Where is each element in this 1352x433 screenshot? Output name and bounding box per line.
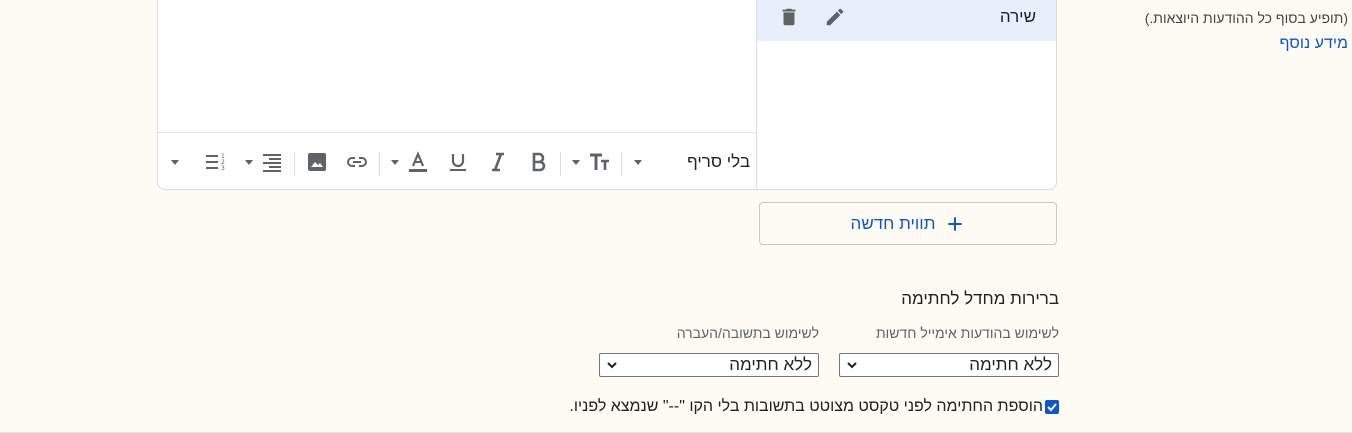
selected-value: ללא חתימה bbox=[729, 355, 812, 374]
new-messages-signature-select[interactable]: ללא חתימה bbox=[839, 353, 1059, 377]
bold-icon bbox=[532, 152, 546, 172]
chevron-down-icon bbox=[607, 362, 617, 369]
numbered-list-button[interactable]: 1 2 3 bbox=[202, 147, 230, 177]
reply-forward-signature-select[interactable]: ללא חתימה bbox=[599, 353, 819, 377]
selected-value: ללא חתימה bbox=[969, 355, 1052, 374]
svg-text:3: 3 bbox=[221, 165, 225, 172]
pencil-icon bbox=[826, 8, 844, 26]
italic-icon bbox=[492, 152, 504, 172]
new-signature-button[interactable]: תווית חדשה bbox=[759, 202, 1057, 245]
plus-icon bbox=[948, 216, 963, 231]
more-formatting-button[interactable] bbox=[168, 147, 182, 177]
checkbox-label: הוספת החתימה לפני טקסט מצוטט בתשובות בלי… bbox=[569, 398, 1043, 415]
text-size-icon bbox=[590, 153, 609, 170]
signature-defaults-title: ברירות מחדל לחתימה bbox=[901, 289, 1059, 308]
new-messages-label: לשימוש בהודעות אימייל חדשות bbox=[875, 325, 1059, 341]
text-size-caret[interactable] bbox=[569, 147, 583, 177]
text-color-button[interactable] bbox=[404, 147, 432, 177]
text-color-caret[interactable] bbox=[388, 147, 402, 177]
formatting-toolbar: 1 2 3 בלי סריף bbox=[158, 132, 757, 189]
font-name: בלי סריף bbox=[687, 152, 750, 171]
signature-text-editor[interactable] bbox=[158, 0, 757, 132]
insert-image-button[interactable] bbox=[303, 147, 331, 177]
bold-button[interactable] bbox=[524, 147, 552, 177]
text-size-button[interactable] bbox=[585, 147, 613, 177]
chevron-down-icon bbox=[847, 362, 857, 369]
caret-down-icon bbox=[171, 159, 179, 165]
align-button[interactable] bbox=[258, 147, 286, 177]
insert-link-button[interactable] bbox=[343, 147, 371, 177]
numbered-list-icon: 1 2 3 bbox=[206, 153, 225, 172]
trash-icon bbox=[782, 8, 796, 26]
insert-before-quoted-checkbox[interactable] bbox=[1045, 400, 1059, 414]
link-icon bbox=[347, 157, 367, 167]
caret-down-icon bbox=[634, 159, 642, 165]
font-caret[interactable] bbox=[631, 147, 645, 177]
align-caret[interactable] bbox=[242, 147, 256, 177]
underline-button[interactable] bbox=[444, 147, 472, 177]
image-icon bbox=[308, 153, 326, 171]
font-selector[interactable]: בלי סריף bbox=[658, 147, 750, 177]
signature-editor-panel: 1 2 3 בלי סריף שירה bbox=[157, 0, 1057, 190]
learn-more-link[interactable]: מידע נוסף bbox=[1280, 35, 1348, 53]
reply-forward-label: לשימוש בתשובה/העברה bbox=[676, 325, 819, 341]
italic-button[interactable] bbox=[484, 147, 512, 177]
toolbar-divider bbox=[294, 152, 295, 176]
signature-list-item[interactable]: שירה bbox=[757, 0, 1056, 41]
caret-down-icon bbox=[245, 159, 253, 165]
toolbar-divider bbox=[379, 152, 380, 176]
checkmark-icon bbox=[1047, 403, 1057, 412]
edit-signature-button[interactable] bbox=[821, 3, 849, 31]
caret-down-icon bbox=[572, 159, 580, 165]
caret-down-icon bbox=[391, 159, 399, 165]
text-color-icon bbox=[409, 151, 427, 172]
align-right-icon bbox=[263, 154, 281, 172]
signature-name: שירה bbox=[999, 7, 1036, 26]
signature-list: שירה bbox=[756, 0, 1056, 189]
signature-info-note: (תופיע בסוף כל ההודעות היוצאות.) bbox=[1144, 10, 1348, 26]
underline-icon bbox=[450, 154, 466, 171]
delete-signature-button[interactable] bbox=[775, 3, 803, 31]
toolbar-divider bbox=[621, 152, 622, 176]
new-signature-label: תווית חדשה bbox=[850, 213, 936, 233]
toolbar-divider bbox=[560, 152, 561, 176]
insert-before-quoted-option: הוספת החתימה לפני טקסט מצוטט בתשובות בלי… bbox=[569, 398, 1059, 416]
